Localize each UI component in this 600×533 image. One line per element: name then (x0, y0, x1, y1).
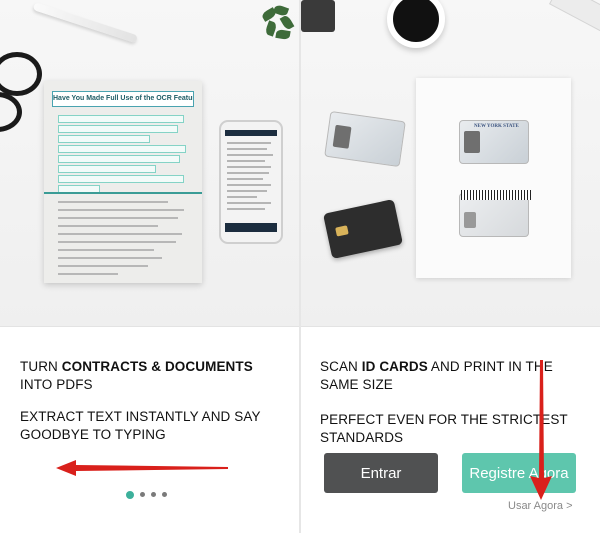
caption2-line2-right: STANDARDS (320, 430, 404, 445)
phone-image (219, 120, 283, 244)
slide-caption-primary-right: SCAN ID CARDS AND PRINT IN THE SAME SIZE (320, 358, 553, 394)
onboarding-slide-documents: Have You Made Full Use of the OCR Featur… (0, 0, 299, 533)
page-dot-1[interactable] (126, 491, 134, 499)
slide-caption-primary: TURN CONTRACTS & DOCUMENTS INTO PDFS (20, 358, 253, 394)
credit-card-image (323, 199, 403, 259)
plant-image (258, 3, 298, 48)
caption2-line1: EXTRACT TEXT INSTANTLY AND SAY (20, 409, 261, 424)
caption-line2-right: SAME SIZE (320, 377, 393, 392)
glasses-image (0, 52, 42, 96)
plant-pot-image (301, 0, 335, 32)
coffee-cup-image (387, 0, 445, 48)
page-dot-4[interactable] (162, 492, 167, 497)
glasses-lens-image (0, 92, 22, 132)
keyboard-image (548, 0, 600, 34)
document-title: Have You Made Full Use of the OCR Featur… (52, 91, 194, 107)
onboarding-slide-id-cards: NEW YORK STATE SCAN ID CARDS AND PRINT I… (301, 0, 600, 533)
id-card-loose-image (324, 110, 406, 168)
slide-caption-secondary: EXTRACT TEXT INSTANTLY AND SAY GOODBYE T… (20, 408, 261, 444)
printed-sheet-image: NEW YORK STATE (416, 78, 571, 278)
register-button[interactable]: Registre Agora (462, 453, 576, 493)
barcode-image (461, 190, 531, 200)
arrow-left-annotation-icon (56, 460, 228, 476)
caption2-line2: GOODBYE TO TYPING (20, 427, 166, 442)
page-dot-2[interactable] (140, 492, 145, 497)
caption-bold-right: ID CARDS (361, 359, 428, 374)
scanned-document-image: Have You Made Full Use of the OCR Featur… (44, 81, 202, 283)
caption-prefix: TURN (20, 359, 62, 374)
login-button[interactable]: Entrar (324, 453, 438, 493)
arrow-down-annotation-icon (530, 360, 552, 500)
skip-link[interactable]: Usar Agora > (508, 500, 573, 512)
caption-bold: CONTRACTS & DOCUMENTS (61, 359, 253, 374)
page-dot-3[interactable] (151, 492, 156, 497)
id-card-header: NEW YORK STATE (474, 124, 519, 129)
id-cards-photo: NEW YORK STATE (301, 0, 600, 326)
caption-prefix-right: SCAN (320, 359, 362, 374)
caption-line2: INTO PDFS (20, 377, 93, 392)
id-card-front-image: NEW YORK STATE (459, 120, 529, 164)
pen-image (32, 2, 138, 44)
documents-photo: Have You Made Full Use of the OCR Featur… (0, 0, 299, 326)
